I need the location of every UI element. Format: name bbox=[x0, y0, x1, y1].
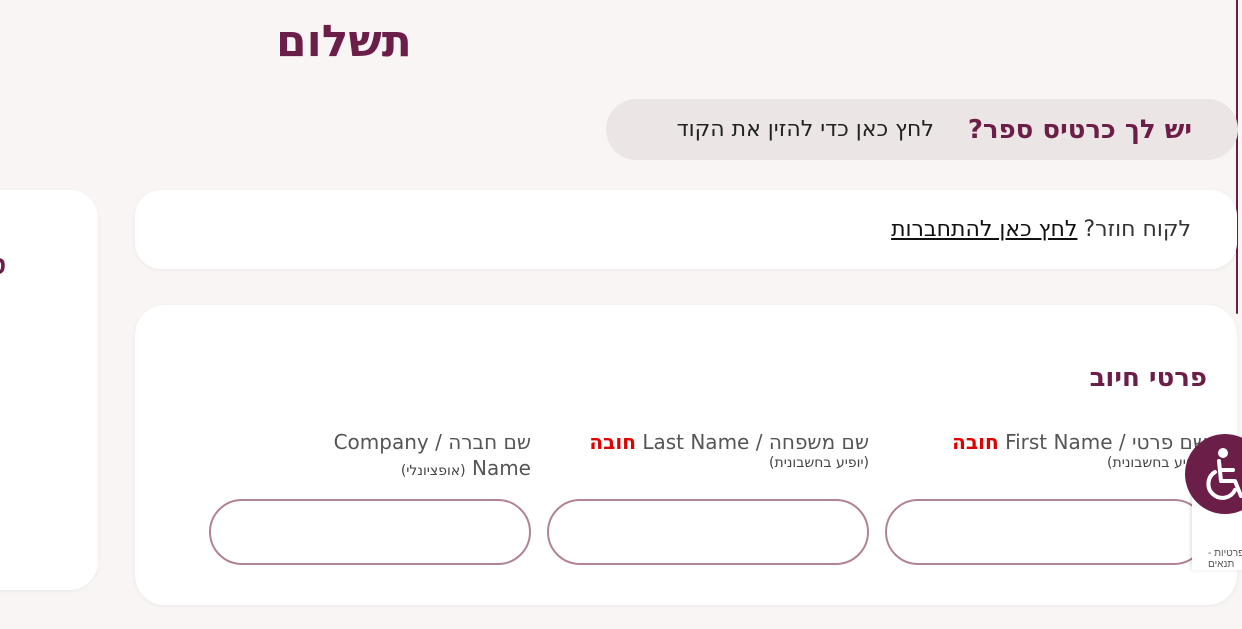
login-link[interactable]: לחץ כאן להתחברות bbox=[891, 217, 1077, 242]
order-summary-card bbox=[0, 190, 98, 590]
accessibility-button[interactable] bbox=[1185, 434, 1242, 514]
company-optional-note: (אופציונלי) bbox=[400, 463, 466, 479]
gift-card-banner[interactable]: יש לך כרטיס ספר? לחץ כאן כדי להזין את הק… bbox=[606, 99, 1238, 160]
company-name-input[interactable] bbox=[209, 499, 531, 565]
first-name-label: שם פרטי / First Name חובה bbox=[952, 430, 1207, 454]
side-panel-edge bbox=[1236, 0, 1238, 314]
billing-details-card: פרטי חיוב שם פרטי / First Name חובה (יופ… bbox=[135, 305, 1237, 605]
last-name-input[interactable] bbox=[547, 499, 869, 565]
company-name-label: שם חברה / Company Name (אופציונלי) bbox=[333, 430, 531, 480]
order-summary-heading: ס bbox=[0, 250, 6, 281]
company-name-field: שם חברה / Company Name (אופציונלי) bbox=[209, 429, 531, 629]
last-name-field: שם משפחה / Last Name חובה (יופיע בחשבוני… bbox=[547, 429, 869, 629]
recaptcha-label: פרטיות - תנאים bbox=[1208, 548, 1242, 570]
last-name-label: שם משפחה / Last Name חובה bbox=[589, 430, 869, 454]
last-name-note: (יופיע בחשבונית) bbox=[769, 455, 869, 471]
enter-code-link[interactable]: לחץ כאן כדי להזין את הקוד bbox=[677, 117, 934, 142]
first-name-note: (יופיע בחשבונית) bbox=[1107, 455, 1207, 471]
returning-customer-card: לקוח חוזר? לחץ כאן להתחברות bbox=[135, 190, 1237, 269]
required-marker: חובה bbox=[952, 430, 999, 454]
wheelchair-icon bbox=[1206, 448, 1242, 500]
billing-title: פרטי חיוב bbox=[1089, 363, 1207, 393]
page-title: תשלום bbox=[276, 16, 412, 67]
returning-customer-question: לקוח חוזר? bbox=[1083, 217, 1191, 242]
gift-card-question: יש לך כרטיס ספר? bbox=[967, 114, 1192, 145]
first-name-field: שם פרטי / First Name חובה (יופיע בחשבוני… bbox=[885, 429, 1207, 629]
required-marker: חובה bbox=[589, 430, 636, 454]
first-name-input[interactable] bbox=[885, 499, 1207, 565]
